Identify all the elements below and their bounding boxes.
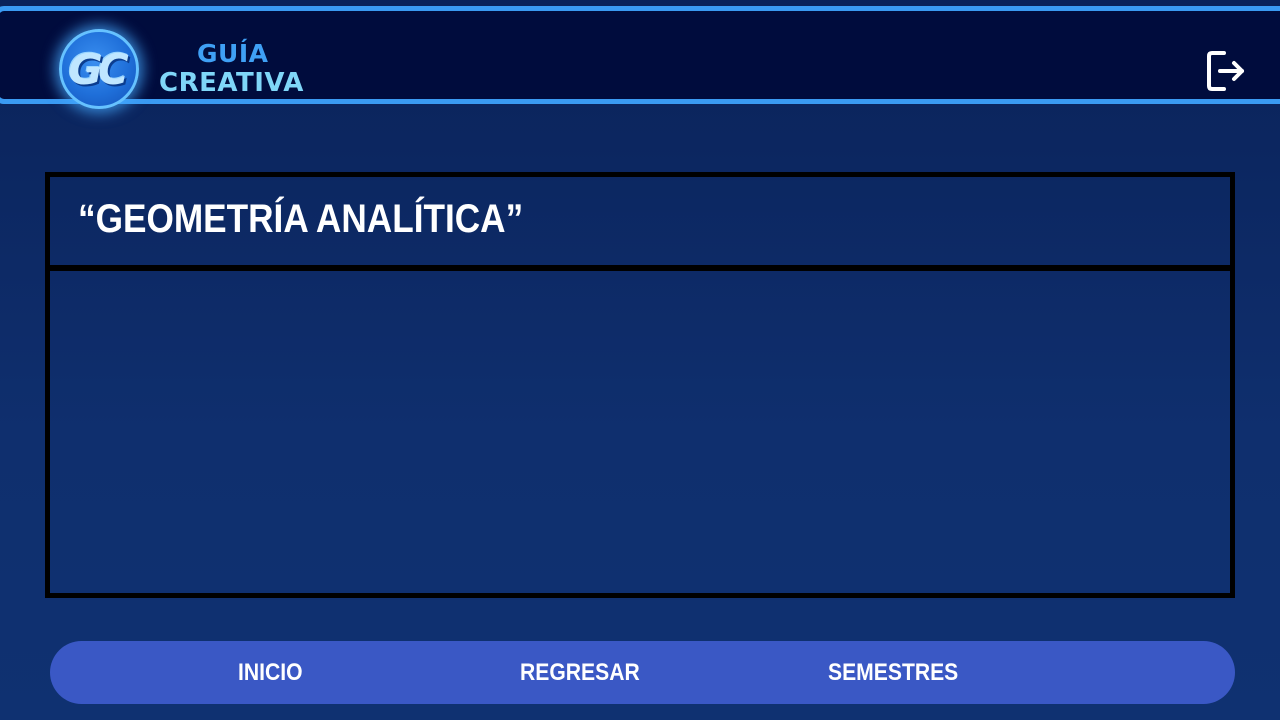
bottom-nav: INICIO REGRESAR SEMESTRES — [50, 641, 1235, 704]
logout-button[interactable] — [1204, 49, 1248, 93]
logout-icon — [1207, 51, 1244, 91]
content-panel: “GEOMETRÍA ANALÍTICA” — [45, 172, 1235, 598]
logo-text: GC — [68, 44, 128, 94]
nav-semestres-button[interactable]: SEMESTRES — [828, 641, 958, 704]
logo[interactable]: GC — [59, 29, 139, 109]
brand-title-line1: GUÍA — [197, 39, 269, 68]
panel-title-bar: “GEOMETRÍA ANALÍTICA” — [50, 177, 1230, 271]
page-title: “GEOMETRÍA ANALÍTICA” — [78, 197, 524, 241]
nav-regresar-button[interactable]: REGRESAR — [520, 641, 640, 704]
app-header: GC GUÍA CREATIVA — [0, 6, 1280, 109]
brand-title-line2: CREATIVA — [159, 68, 304, 98]
nav-inicio-button[interactable]: INICIO — [238, 641, 303, 704]
